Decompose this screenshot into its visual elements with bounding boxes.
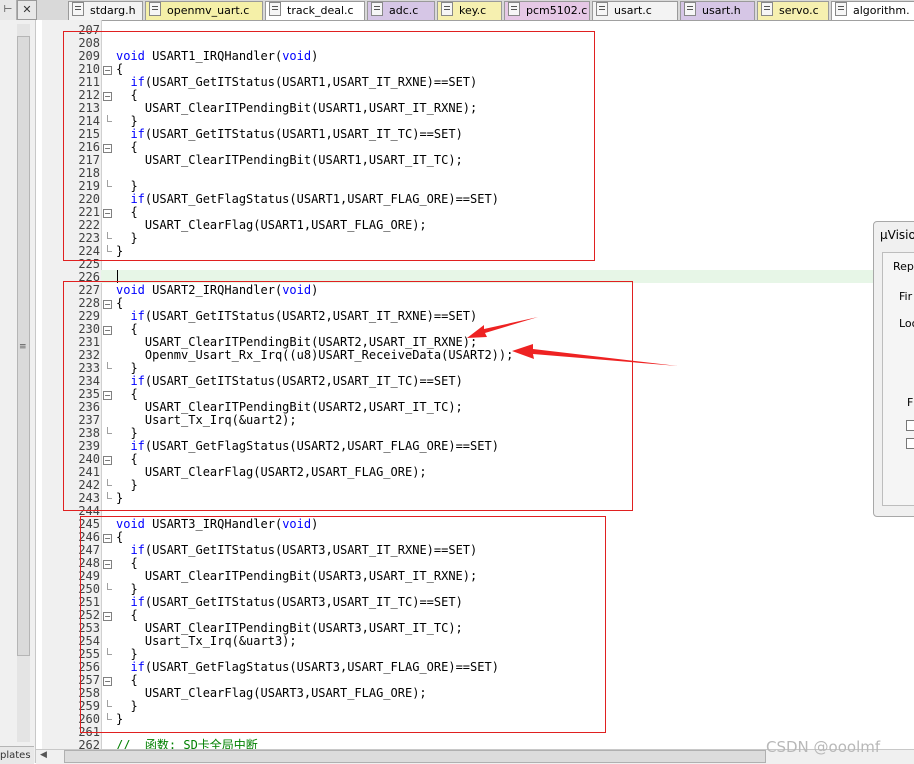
annotation-arrows	[467, 317, 678, 366]
dialog-label-options: F	[907, 396, 914, 409]
dialog-checkbox-2[interactable]	[906, 438, 914, 449]
horizontal-scroll-thumb[interactable]	[64, 750, 766, 763]
arrow-to-line-231	[467, 317, 538, 338]
dialog-label-look-in: Loo	[899, 317, 914, 330]
arrow-to-line-232	[512, 344, 678, 366]
dialog-title: µVisio	[880, 228, 914, 242]
dialog-label-replace: Repl	[893, 260, 914, 273]
scroll-left-icon[interactable]: ◀	[40, 750, 47, 760]
watermark: CSDN @ooolmf	[766, 738, 881, 756]
dialog-checkbox-1[interactable]	[906, 420, 914, 431]
dialog-label-find: Fir	[899, 290, 913, 303]
